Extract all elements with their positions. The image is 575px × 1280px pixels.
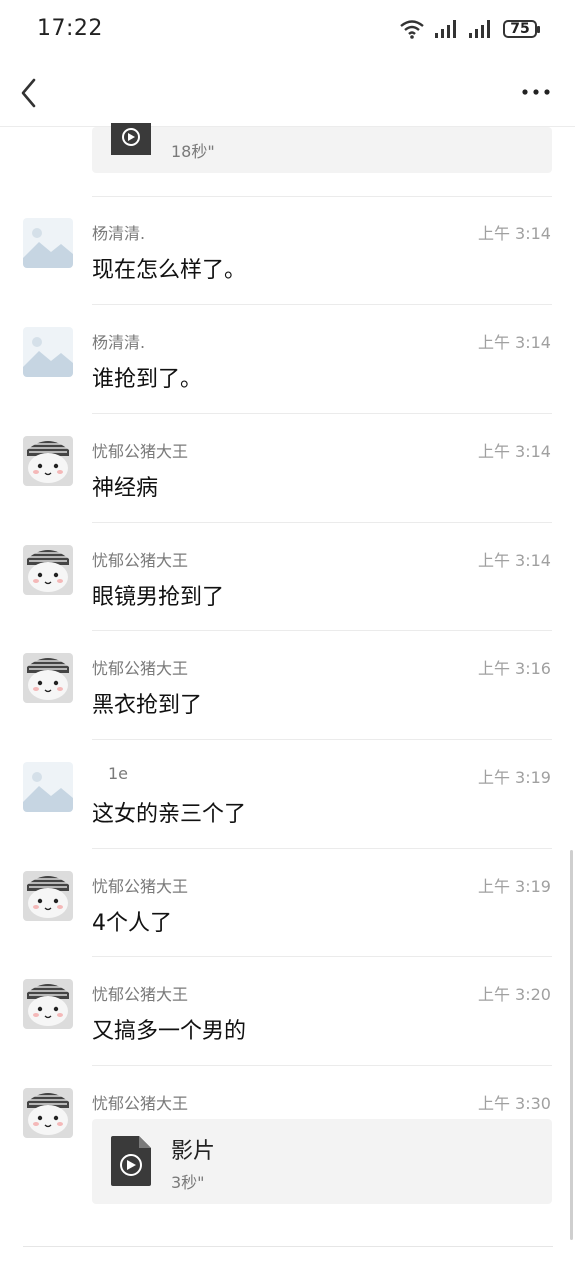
- message-time: 上午 3:16: [477, 659, 551, 678]
- battery-icon: 75: [503, 20, 540, 38]
- video-file-icon: [111, 1136, 151, 1186]
- message-time: 上午 3:19: [477, 768, 551, 787]
- message-text: 现在怎么样了。: [92, 258, 247, 283]
- avatar-placeholder-icon: [23, 327, 73, 377]
- message-item[interactable]: 忧郁公猪大王 上午 3:16 黑衣抢到了: [0, 631, 575, 739]
- status-icons: 75: [399, 18, 540, 40]
- sender-name: 忧郁公猪大王: [92, 551, 189, 570]
- video-title: 影片: [171, 1139, 216, 1164]
- avatar-placeholder-icon: [23, 762, 73, 812]
- video-duration: 18秒": [171, 142, 215, 161]
- chevron-left-icon[interactable]: [14, 74, 46, 112]
- sender-name: 忧郁公猪大王: [92, 985, 189, 1004]
- message-item[interactable]: 忧郁公猪大王 上午 3:30 影片 3秒": [0, 1066, 575, 1226]
- sender-name: 忧郁公猪大王: [92, 659, 189, 678]
- message-item[interactable]: 忧郁公猪大王 上午 3:19 4个人了: [0, 849, 575, 957]
- message-text: 这女的亲三个了: [92, 802, 247, 827]
- message-text: 谁抢到了。: [92, 367, 203, 392]
- message-time: 上午 3:14: [477, 333, 551, 352]
- message-item[interactable]: 杨清清. 上午 3:14 现在怎么样了。: [0, 196, 575, 305]
- video-card-partial[interactable]: 18秒": [92, 123, 552, 173]
- wifi-icon: [400, 20, 424, 39]
- message-text: 黑衣抢到了: [92, 693, 203, 718]
- message-item[interactable]: 忧郁公猪大王 上午 3:14 眼镜男抢到了: [0, 523, 575, 631]
- sender-name: 杨清清.: [92, 333, 146, 352]
- message-time: 上午 3:14: [477, 442, 551, 461]
- signal-icon: [469, 20, 490, 38]
- video-duration: 3秒": [171, 1173, 205, 1192]
- sender-name: 忧郁公猪大王: [92, 877, 189, 896]
- scrollbar[interactable]: [570, 850, 573, 1240]
- sender-name: 忧郁公猪大王: [92, 1094, 189, 1113]
- avatar-cat-icon: [23, 436, 73, 486]
- signal-icon: [435, 20, 456, 38]
- message-item[interactable]: 忧郁公猪大王 上午 3:20 又搞多一个男的: [0, 957, 575, 1065]
- avatar-cat-icon: [23, 871, 73, 921]
- message-item[interactable]: 1e 上午 3:19 这女的亲三个了: [0, 740, 575, 848]
- avatar-cat-icon: [23, 1088, 73, 1138]
- message-item[interactable]: 忧郁公猪大王 上午 3:14 神经病: [0, 414, 575, 522]
- message-time: 上午 3:30: [477, 1094, 551, 1113]
- ellipsis-icon[interactable]: [521, 82, 551, 102]
- message-time: 上午 3:14: [477, 551, 551, 570]
- sender-name: 忧郁公猪大王: [92, 442, 189, 461]
- video-card[interactable]: 影片 3秒": [92, 1119, 552, 1204]
- sender-name: 1e: [108, 764, 129, 783]
- message-time: 上午 3:19: [477, 877, 551, 896]
- status-time: 17:22: [37, 16, 103, 41]
- avatar-cat-icon: [23, 653, 73, 703]
- message-text: 又搞多一个男的: [92, 1019, 247, 1044]
- message-text: 神经病: [92, 476, 159, 501]
- avatar-placeholder-icon: [23, 218, 73, 268]
- message-item[interactable]: 杨清清. 上午 3:14 谁抢到了。: [0, 305, 575, 413]
- message-text: 4个人了: [92, 911, 172, 936]
- sender-name: 杨清清.: [92, 224, 146, 243]
- nav-bar: [0, 60, 575, 127]
- message-time: 上午 3:14: [477, 224, 551, 243]
- video-file-icon: [111, 123, 151, 155]
- status-bar: 17:22 75: [0, 0, 575, 60]
- avatar-cat-icon: [23, 979, 73, 1029]
- message-time: 上午 3:20: [477, 985, 551, 1004]
- message-text: 眼镜男抢到了: [92, 585, 225, 610]
- list-end-divider: [23, 1246, 553, 1247]
- avatar-cat-icon: [23, 545, 73, 595]
